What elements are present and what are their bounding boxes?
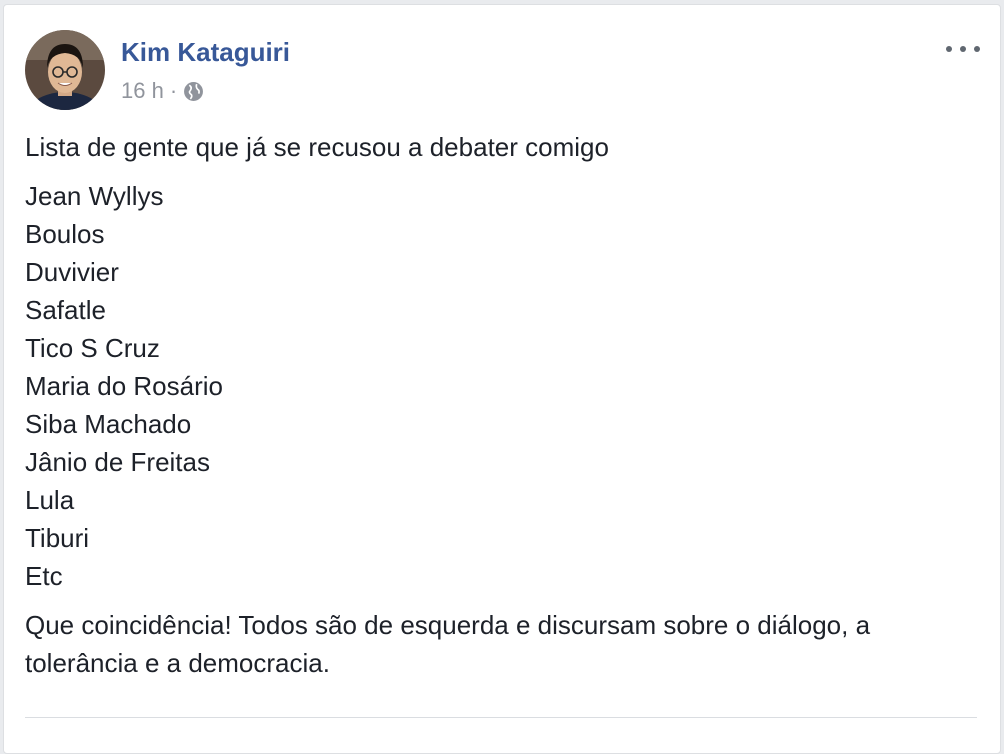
post-conclusion: Que coincidência! Todos são de esquerda … [25,610,871,678]
refusal-list-item: Tico S Cruz [25,333,160,363]
post-divider [25,717,977,718]
refusal-list-item: Duvivier [25,257,119,287]
refusal-list-item: Tiburi [25,523,90,553]
post-timestamp[interactable]: 16 h [121,78,164,104]
refusal-list-item: Boulos [25,219,105,249]
post-card: Kim Kataguiri 16 h · Lista de gente que … [3,4,1001,754]
author-name[interactable]: Kim Kataguiri [121,37,290,68]
refusal-list-item: Lula [25,485,75,515]
author-avatar[interactable] [25,30,105,110]
meta-separator: · [169,78,178,103]
avatar-image [25,30,105,110]
refusal-list-item: Maria do Rosário [25,371,223,401]
more-options-button[interactable] [946,39,980,59]
ellipsis-icon [946,46,952,52]
post-intro: Lista de gente que já se recusou a debat… [25,132,609,162]
post-body: Lista de gente que já se recusou a debat… [25,128,985,682]
refusal-list-item: Safatle [25,295,106,325]
refusal-list-item: Etc [25,561,63,591]
globe-icon[interactable] [183,81,204,102]
refusal-list-item: Siba Machado [25,409,192,439]
refusal-list-item: Jânio de Freitas [25,447,210,477]
refusal-list-item: Jean Wyllys [25,181,164,211]
post-meta: 16 h · [121,77,204,105]
refusal-list: Jean Wyllys Boulos Duvivier Safatle Tico S C… [25,177,985,595]
